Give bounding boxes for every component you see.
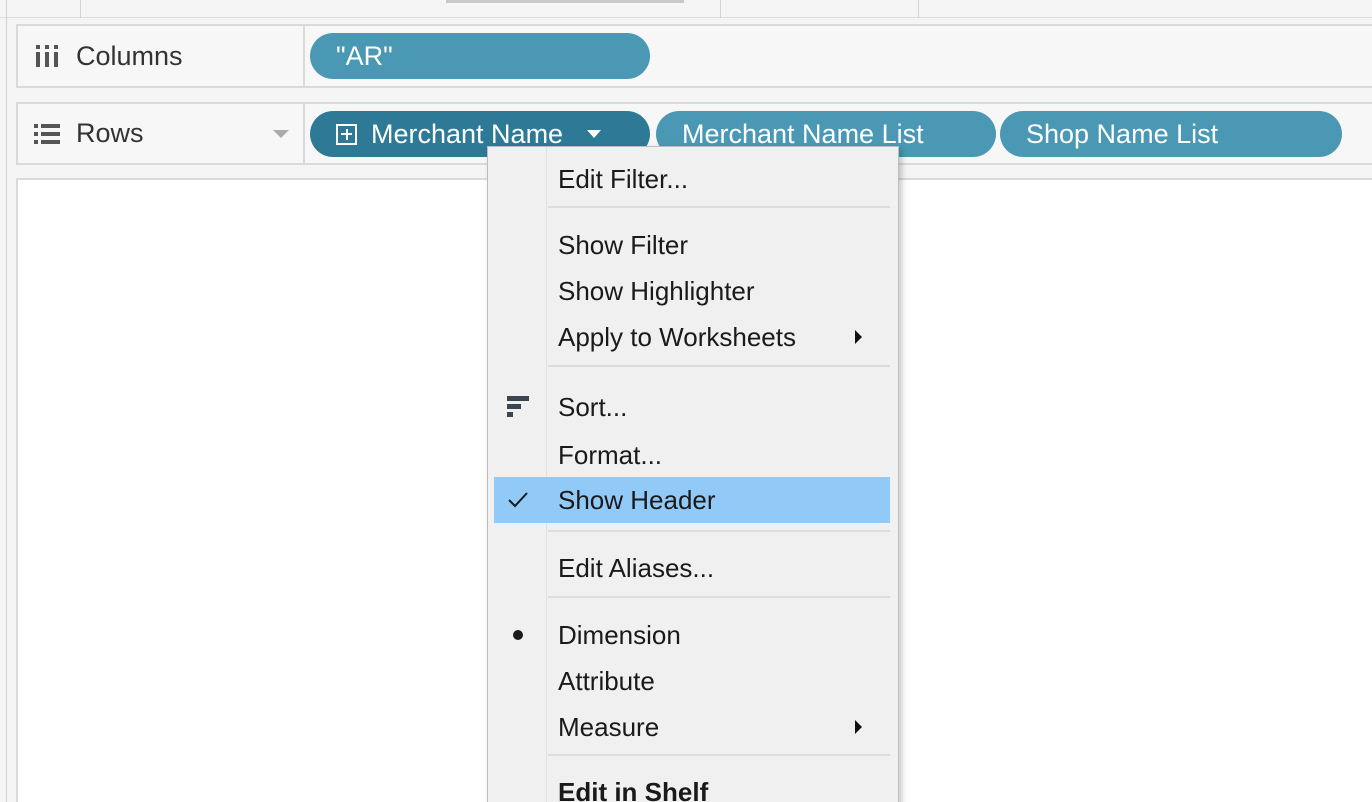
submenu-arrow-icon [855, 720, 862, 734]
pill-context-menu: Edit Filter... Show Filter Show Highligh… [487, 146, 899, 802]
menu-item-sort[interactable]: Sort... [494, 384, 890, 430]
toolbar-strip [0, 0, 1372, 18]
columns-label: Columns [76, 40, 183, 71]
plus-square-icon[interactable] [336, 123, 357, 145]
menu-separator [548, 754, 890, 756]
sort-icon [504, 393, 532, 421]
pill-merchant-name-list-label: Merchant Name List [682, 118, 924, 149]
checkmark-icon [504, 486, 532, 514]
pill-shop-name-list[interactable]: Shop Name List [1000, 111, 1342, 157]
pill-ar-label: "AR" [336, 40, 393, 71]
menu-item-measure[interactable]: Measure [494, 704, 890, 750]
tableau-worksheet: Columns "AR" Rows Merchant Name Merchant… [0, 0, 1372, 802]
columns-icon [34, 43, 60, 69]
rows-icon [34, 121, 60, 147]
columns-shelf-label: Columns [18, 26, 305, 86]
bullet-icon [504, 621, 532, 649]
columns-shelf[interactable]: Columns "AR" [16, 24, 1372, 88]
rows-shelf-label: Rows [18, 104, 305, 163]
tab-edge[interactable] [446, 0, 684, 3]
menu-item-show-filter[interactable]: Show Filter [494, 222, 890, 268]
menu-item-edit-filter[interactable]: Edit Filter... [494, 156, 890, 202]
menu-separator [548, 365, 890, 367]
pane-divider [6, 0, 7, 802]
pill-shop-name-list-label: Shop Name List [1026, 118, 1219, 149]
menu-item-edit-in-shelf[interactable]: Edit in Shelf [494, 769, 890, 802]
chevron-down-icon[interactable] [587, 130, 602, 138]
submenu-arrow-icon [855, 330, 862, 344]
menu-item-edit-aliases[interactable]: Edit Aliases... [494, 545, 890, 591]
pill-merchant-name-label: Merchant Name [371, 118, 564, 149]
menu-separator [548, 530, 890, 532]
menu-item-attribute[interactable]: Attribute [494, 658, 890, 704]
rows-dropdown-icon[interactable] [273, 129, 289, 138]
menu-separator [548, 596, 890, 598]
menu-item-show-header[interactable]: Show Header [494, 477, 890, 523]
menu-item-dimension[interactable]: Dimension [494, 612, 890, 658]
rows-label: Rows [76, 118, 144, 148]
menu-item-show-highlighter[interactable]: Show Highlighter [494, 268, 890, 314]
menu-separator [548, 206, 890, 208]
pill-ar[interactable]: "AR" [310, 33, 650, 79]
menu-item-apply-to-worksheets[interactable]: Apply to Worksheets [494, 314, 890, 360]
menu-item-format[interactable]: Format... [494, 432, 890, 478]
